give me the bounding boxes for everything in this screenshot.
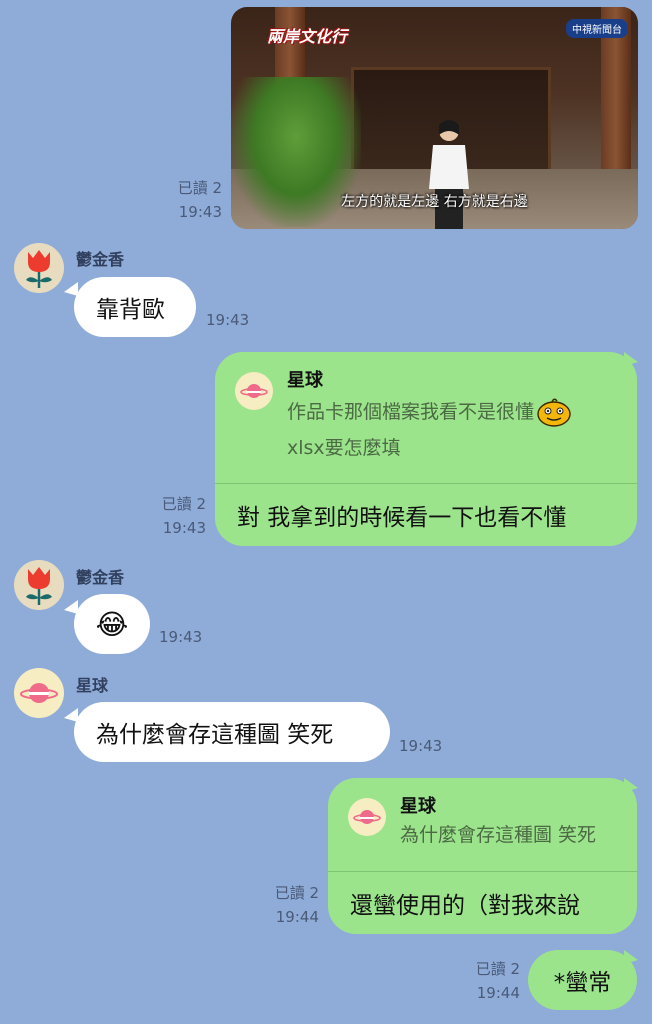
sender-name: 星球 — [76, 676, 109, 695]
planet-icon — [240, 384, 268, 398]
quoted-message[interactable]: 星球 為什麼會存這種圖 笑死 — [328, 778, 637, 872]
reply-bubble[interactable]: 星球 作品卡那個檔案我看不是很懂 xlsx要怎麼填 對 我拿到的時候看一下也看不… — [215, 352, 637, 546]
tulip-icon — [26, 250, 52, 288]
message-text: 為什麼會存這種圖 笑死 — [96, 722, 334, 748]
message-bubble[interactable]: *蠻常 — [528, 950, 637, 1010]
quoted-text: xlsx要怎麼填 — [287, 437, 401, 459]
message-text: 還蠻使用的（對我來說 — [350, 893, 580, 919]
planet-icon — [20, 683, 58, 703]
video-caption: 左方的就是左邊 右方就是右邊 — [341, 194, 528, 210]
emoji: 😂 — [95, 607, 129, 641]
video-logo: 兩岸文化行 — [267, 27, 348, 46]
read-count: 已讀 2 — [475, 960, 520, 978]
quoted-text: 作品卡那個檔案我看不是很懂 — [287, 401, 535, 423]
video-thumbnail[interactable]: 兩岸文化行 中視新聞台 左方的就是左邊 右方就是右邊 — [231, 7, 638, 229]
read-count: 已讀 2 — [274, 884, 319, 902]
sender-name: 鬱金香 — [76, 250, 125, 269]
timestamp: 19:44 — [476, 984, 520, 1002]
avatar — [348, 798, 386, 836]
message-read-status: 已讀 2 19:44 — [448, 957, 520, 1005]
quoted-sender: 星球 — [287, 370, 323, 391]
quoted-message[interactable]: 星球 作品卡那個檔案我看不是很懂 xlsx要怎麼填 — [215, 352, 637, 484]
video-read-status: 已讀 2 19:43 — [150, 176, 222, 224]
read-count: 已讀 2 — [161, 495, 206, 513]
message-text: 對 我拿到的時候看一下也看不懂 — [237, 505, 567, 531]
timestamp: 19:43 — [159, 628, 203, 646]
timestamp: 19:44 — [275, 908, 319, 926]
video-presenter — [429, 120, 469, 229]
sender-name: 鬱金香 — [76, 568, 125, 587]
avatar[interactable] — [14, 560, 64, 610]
timestamp: 19:43 — [178, 203, 222, 221]
orange-face-icon — [537, 398, 571, 427]
message-read-status: 已讀 2 19:44 — [247, 881, 319, 929]
quoted-sender: 星球 — [400, 796, 436, 817]
reply-bubble[interactable]: 星球 為什麼會存這種圖 笑死 還蠻使用的（對我來說 — [328, 778, 637, 934]
quoted-text-line: 作品卡那個檔案我看不是很懂 — [287, 394, 617, 430]
message-bubble[interactable]: 😂 — [74, 594, 150, 654]
message-read-status: 已讀 2 19:43 — [134, 492, 206, 540]
timestamp: 19:43 — [206, 311, 250, 329]
timestamp: 19:43 — [162, 519, 206, 537]
video-channel-badge: 中視新聞台 — [566, 19, 628, 38]
message-bubble[interactable]: 靠背歐 — [74, 277, 196, 337]
quoted-text: 為什麼會存這種圖 笑死 — [400, 824, 597, 846]
planet-icon — [353, 810, 381, 824]
message-bubble[interactable]: 為什麼會存這種圖 笑死 — [74, 702, 390, 762]
read-count: 已讀 2 — [177, 179, 222, 197]
message-text: 靠背歐 — [96, 297, 165, 323]
avatar[interactable] — [14, 243, 64, 293]
message-text: *蠻常 — [553, 970, 612, 996]
tulip-icon — [26, 567, 52, 605]
avatar[interactable] — [14, 668, 64, 718]
timestamp: 19:43 — [399, 737, 443, 755]
avatar — [235, 372, 273, 410]
